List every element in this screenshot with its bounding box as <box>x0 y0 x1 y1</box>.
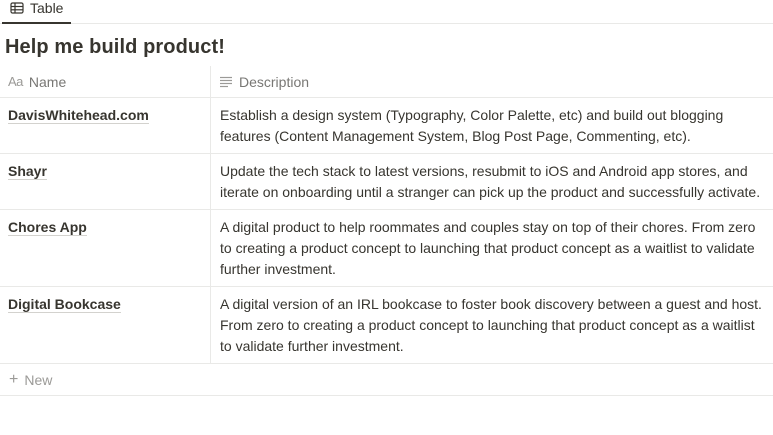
table-row[interactable]: Chores App A digital product to help roo… <box>0 210 773 287</box>
table-row[interactable]: Digital Bookcase A digital version of an… <box>0 287 773 364</box>
description-cell[interactable]: A digital version of an IRL bookcase to … <box>211 287 773 363</box>
view-tabs: Table <box>0 0 773 24</box>
database-table: Aa Name Description DavisWhitehead.com E… <box>0 66 773 396</box>
tab-table-view[interactable]: Table <box>2 0 72 24</box>
new-label: New <box>24 371 53 388</box>
description-cell[interactable]: Establish a design system (Typography, C… <box>211 98 773 153</box>
text-property-icon: Aa <box>8 74 23 89</box>
row-title[interactable]: Digital Bookcase <box>8 296 121 313</box>
text-lines-icon <box>220 76 232 87</box>
table-header: Aa Name Description <box>0 66 773 98</box>
name-cell[interactable]: Digital Bookcase <box>0 287 211 363</box>
column-header-description[interactable]: Description <box>211 66 773 97</box>
name-cell[interactable]: Chores App <box>0 210 211 286</box>
description-cell[interactable]: A digital product to help roommates and … <box>211 210 773 286</box>
tab-label: Table <box>30 0 64 16</box>
plus-icon: + <box>9 370 19 388</box>
name-cell[interactable]: DavisWhitehead.com <box>0 98 211 153</box>
column-label: Description <box>239 73 310 90</box>
column-label: Name <box>28 73 67 90</box>
description-cell[interactable]: Update the tech stack to latest versions… <box>211 154 773 209</box>
row-title[interactable]: Chores App <box>8 219 87 236</box>
row-title[interactable]: DavisWhitehead.com <box>8 107 149 124</box>
table-row[interactable]: DavisWhitehead.com Establish a design sy… <box>0 98 773 154</box>
row-title[interactable]: Shayr <box>8 163 47 180</box>
page-title: Help me build product! <box>5 36 225 58</box>
name-cell[interactable]: Shayr <box>0 154 211 209</box>
table-icon <box>10 1 24 14</box>
table-row[interactable]: Shayr Update the tech stack to latest ve… <box>0 154 773 210</box>
new-row-button[interactable]: + New <box>0 364 773 396</box>
column-header-name[interactable]: Aa Name <box>0 66 211 97</box>
